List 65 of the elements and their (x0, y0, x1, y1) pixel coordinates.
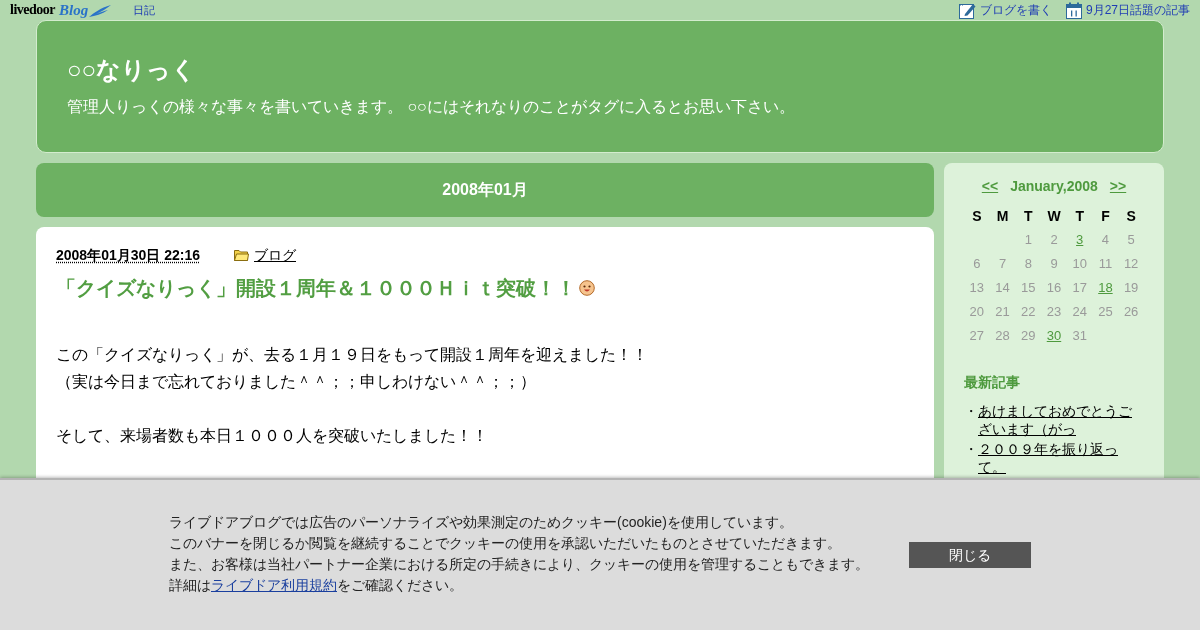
terms-link[interactable]: ライブドア利用規約 (211, 577, 337, 593)
weekday-label: S (1126, 206, 1136, 226)
calendar-day: 14 (995, 278, 1010, 298)
calendar-day: 23 (1046, 302, 1062, 322)
calendar-day: 10 (1072, 254, 1087, 274)
calendar-day: 28 (995, 326, 1010, 346)
post-paragraph: この「クイズなりっく」が、去る１月１９日をもって開設１周年を迎えました！！ （実は今日まで忘れておりました＾＾；；申しわけない＾＾；；） (56, 345, 649, 392)
nav-link[interactable]: ブログを書く (979, 1, 1052, 19)
calendar-day: 19 (1123, 278, 1139, 298)
recent-post-link[interactable]: ２００９年を振り返って。 (978, 440, 1144, 476)
calendar-day: 21 (995, 302, 1010, 322)
calendar-day-link[interactable]: 3 (1076, 230, 1084, 250)
calendar-icon (1065, 1, 1082, 19)
blog-description: 管理人りっくの様々な事々を書いていきます。 ○○にはそれなりのことがタグに入るとお思い下さい。 (67, 97, 796, 117)
calendar-day: 16 (1046, 278, 1062, 298)
list-bullet: ・ (964, 440, 978, 458)
previous-month-link[interactable]: << (981, 175, 999, 197)
calendar-day: 2 (1050, 230, 1058, 250)
weekday-label: M (996, 206, 1009, 226)
weekday-label: F (1101, 206, 1110, 226)
recent-posts-heading: 最新記事 (964, 373, 1021, 391)
post-paragraph: そして、来場者数も本日１０００人を突破いたしました！！ (56, 426, 489, 446)
recent-post-link[interactable]: あけましておめでとうございます（がっ (978, 402, 1144, 438)
edit-icon (958, 1, 976, 19)
logo-wordmark[interactable]: livedoor (10, 2, 55, 18)
calendar-day: 26 (1123, 302, 1139, 322)
calendar-day: 25 (1098, 302, 1113, 322)
calendar-day: 9 (1050, 254, 1058, 274)
calendar-day: 5 (1127, 230, 1135, 250)
calendar-day: 20 (969, 302, 985, 322)
post-title[interactable]: 「クイズなりっく」開設１周年＆１０００Ｈｉｔ突破！！ (56, 276, 576, 300)
weekday-label: T (1024, 206, 1033, 226)
post-date: 2008年01月30日 22:16 (56, 245, 200, 265)
category-link[interactable]: ブログ (254, 244, 296, 266)
weekday-label: S (972, 206, 982, 226)
calendar-day: 6 (973, 254, 981, 274)
calendar-day: 7 (998, 254, 1007, 274)
weekday-label: W (1047, 206, 1061, 226)
archive-heading: 2008年01月 (442, 180, 528, 200)
calendar-day: 29 (1021, 326, 1036, 346)
calendar-day-link[interactable]: 30 (1046, 326, 1062, 346)
smiley-face-icon (579, 280, 595, 296)
next-month-link[interactable]: >> (1109, 175, 1127, 197)
calendar-day: 27 (969, 326, 985, 346)
calendar-day: 24 (1072, 302, 1087, 322)
calendar-day: 1 (1024, 230, 1032, 250)
calendar-day: 11 (1098, 254, 1113, 274)
weekday-label: T (1075, 206, 1084, 226)
nav-link[interactable]: 日記 (133, 1, 156, 19)
calendar-day: 17 (1072, 278, 1087, 298)
cookie-notice: ライブドアブログでは広告のパーソナライズや効果測定のためクッキー(cookie)を使用しています。 このバナーを閉じるか閲覧を継続することでクッキーの使用を承認いただいたものとさせていただきます。 また、お客様は当社パートナー企業における所定の手続きにより、クッキーの使用を管理することもできます。 詳細はライブドア利用規約をご確認ください。 (169, 513, 869, 595)
logo-blog-text[interactable]: Blog (59, 2, 89, 18)
folder-icon (234, 249, 249, 261)
calendar-day: 4 (1101, 230, 1110, 250)
calendar-day: 8 (1024, 254, 1032, 274)
calendar-month: January,2008 (1010, 176, 1098, 196)
calendar-day: 12 (1123, 254, 1139, 274)
calendar-day: 15 (1021, 278, 1036, 298)
list-bullet: ・ (964, 402, 978, 420)
nav-link[interactable]: 9月27日話題の記事 (1085, 1, 1190, 19)
calendar-day: 13 (969, 278, 985, 298)
calendar-day: 22 (1021, 302, 1036, 322)
calendar-day-link[interactable]: 18 (1098, 278, 1113, 298)
calendar-day: 31 (1072, 326, 1087, 346)
close-button[interactable]: 閉じる (909, 542, 1031, 568)
